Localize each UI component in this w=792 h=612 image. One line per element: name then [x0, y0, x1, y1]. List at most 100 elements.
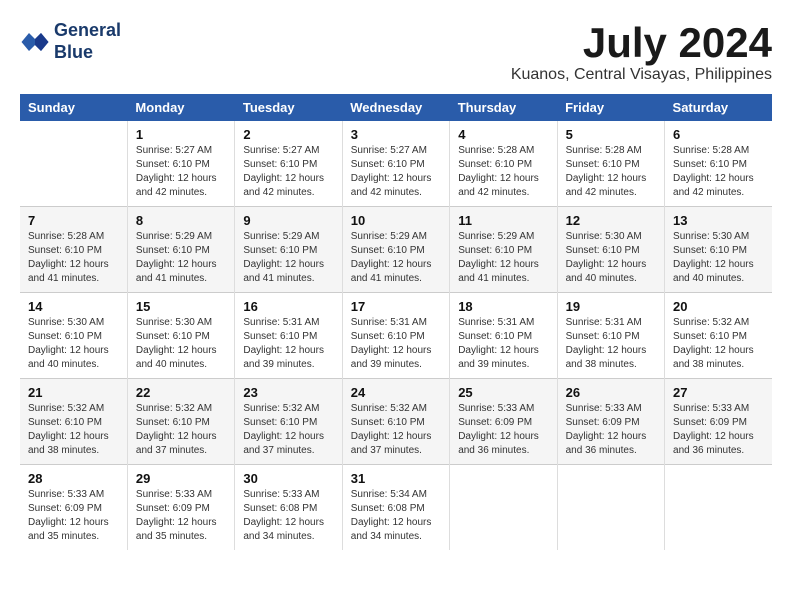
logo-text: General Blue	[54, 20, 121, 63]
calendar-cell: 6 Sunrise: 5:28 AM Sunset: 6:10 PM Daylig…	[665, 121, 772, 207]
day-number: 6	[673, 127, 764, 142]
calendar-cell: 25 Sunrise: 5:33 AM Sunset: 6:09 PM Dayli…	[450, 379, 557, 465]
calendar-cell: 8 Sunrise: 5:29 AM Sunset: 6:10 PM Daylig…	[127, 207, 234, 293]
calendar-cell: 5Sunrise: 5:28 AM Sunset: 6:10 PM Daylig…	[557, 121, 664, 207]
day-number: 11	[458, 213, 548, 228]
day-info: Sunrise: 5:30 AM Sunset: 6:10 PM Dayligh…	[673, 230, 764, 286]
day-number: 4	[458, 127, 548, 142]
calendar-week-row: 28 Sunrise: 5:33 AM Sunset: 6:09 PM Dayli…	[20, 465, 772, 551]
calendar-cell: 30 Sunrise: 5:33 AM Sunset: 6:08 PM Dayli…	[235, 465, 342, 551]
day-info: Sunrise: 5:31 AM Sunset: 6:10 PM Dayligh…	[566, 316, 656, 372]
calendar-cell: 12Sunrise: 5:30 AM Sunset: 6:10 PM Dayli…	[557, 207, 664, 293]
day-info: Sunrise: 5:28 AM Sunset: 6:10 PM Dayligh…	[673, 144, 764, 200]
day-number: 3	[351, 127, 441, 142]
weekday-header: Sunday	[20, 94, 127, 121]
page-header: General Blue July 2024 Kuanos, Central V…	[20, 20, 772, 84]
weekday-header: Thursday	[450, 94, 557, 121]
day-info: Sunrise: 5:30 AM Sunset: 6:10 PM Dayligh…	[566, 230, 656, 286]
day-number: 18	[458, 299, 548, 314]
calendar-cell	[557, 465, 664, 551]
calendar-cell: 29 Sunrise: 5:33 AM Sunset: 6:09 PM Dayli…	[127, 465, 234, 551]
day-info: Sunrise: 5:28 AM Sunset: 6:10 PM Dayligh…	[28, 230, 119, 286]
calendar-cell: 3 Sunrise: 5:27 AM Sunset: 6:10 PM Daylig…	[342, 121, 449, 207]
calendar-cell: 16Sunrise: 5:31 AM Sunset: 6:10 PM Dayli…	[235, 293, 342, 379]
day-info: Sunrise: 5:33 AM Sunset: 6:09 PM Dayligh…	[566, 402, 656, 458]
calendar-cell: 18Sunrise: 5:31 AM Sunset: 6:10 PM Dayli…	[450, 293, 557, 379]
weekday-header: Wednesday	[342, 94, 449, 121]
calendar-cell: 9 Sunrise: 5:29 AM Sunset: 6:10 PM Daylig…	[235, 207, 342, 293]
calendar-cell: 26 Sunrise: 5:33 AM Sunset: 6:09 PM Dayli…	[557, 379, 664, 465]
day-info: Sunrise: 5:27 AM Sunset: 6:10 PM Dayligh…	[351, 144, 441, 200]
calendar-cell: 7 Sunrise: 5:28 AM Sunset: 6:10 PM Daylig…	[20, 207, 127, 293]
calendar-cell: 22 Sunrise: 5:32 AM Sunset: 6:10 PM Dayli…	[127, 379, 234, 465]
title-area: July 2024 Kuanos, Central Visayas, Phili…	[511, 20, 772, 84]
calendar-cell: 17Sunrise: 5:31 AM Sunset: 6:10 PM Dayli…	[342, 293, 449, 379]
day-info: Sunrise: 5:27 AM Sunset: 6:10 PM Dayligh…	[136, 144, 226, 200]
calendar-cell: 23Sunrise: 5:32 AM Sunset: 6:10 PM Dayli…	[235, 379, 342, 465]
day-info: Sunrise: 5:32 AM Sunset: 6:10 PM Dayligh…	[136, 402, 226, 458]
day-info: Sunrise: 5:28 AM Sunset: 6:10 PM Dayligh…	[458, 144, 548, 200]
logo: General Blue	[20, 20, 121, 63]
day-number: 15	[136, 299, 226, 314]
day-number: 22	[136, 385, 226, 400]
calendar-cell: 10Sunrise: 5:29 AM Sunset: 6:10 PM Dayli…	[342, 207, 449, 293]
day-number: 2	[243, 127, 333, 142]
calendar-cell: 27 Sunrise: 5:33 AM Sunset: 6:09 PM Dayli…	[665, 379, 772, 465]
day-info: Sunrise: 5:33 AM Sunset: 6:09 PM Dayligh…	[136, 488, 226, 544]
day-number: 26	[566, 385, 656, 400]
logo-icon	[20, 27, 50, 57]
day-info: Sunrise: 5:34 AM Sunset: 6:08 PM Dayligh…	[351, 488, 441, 544]
calendar-cell: 24 Sunrise: 5:32 AM Sunset: 6:10 PM Dayli…	[342, 379, 449, 465]
day-info: Sunrise: 5:33 AM Sunset: 6:09 PM Dayligh…	[28, 488, 119, 544]
day-number: 31	[351, 471, 441, 486]
day-number: 19	[566, 299, 656, 314]
calendar-cell: 2 Sunrise: 5:27 AM Sunset: 6:10 PM Daylig…	[235, 121, 342, 207]
calendar-cell: 28 Sunrise: 5:33 AM Sunset: 6:09 PM Dayli…	[20, 465, 127, 551]
calendar-cell: 4 Sunrise: 5:28 AM Sunset: 6:10 PM Daylig…	[450, 121, 557, 207]
day-info: Sunrise: 5:30 AM Sunset: 6:10 PM Dayligh…	[28, 316, 119, 372]
day-number: 20	[673, 299, 764, 314]
day-number: 10	[351, 213, 441, 228]
day-info: Sunrise: 5:29 AM Sunset: 6:10 PM Dayligh…	[458, 230, 548, 286]
day-number: 8	[136, 213, 226, 228]
calendar-cell: 14Sunrise: 5:30 AM Sunset: 6:10 PM Dayli…	[20, 293, 127, 379]
day-info: Sunrise: 5:29 AM Sunset: 6:10 PM Dayligh…	[243, 230, 333, 286]
day-info: Sunrise: 5:27 AM Sunset: 6:10 PM Dayligh…	[243, 144, 333, 200]
day-number: 30	[243, 471, 333, 486]
calendar-cell: 21Sunrise: 5:32 AM Sunset: 6:10 PM Dayli…	[20, 379, 127, 465]
calendar-week-row: 14Sunrise: 5:30 AM Sunset: 6:10 PM Dayli…	[20, 293, 772, 379]
calendar-cell: 13 Sunrise: 5:30 AM Sunset: 6:10 PM Dayli…	[665, 207, 772, 293]
weekday-header: Tuesday	[235, 94, 342, 121]
calendar-cell: 1 Sunrise: 5:27 AM Sunset: 6:10 PM Daylig…	[127, 121, 234, 207]
day-number: 25	[458, 385, 548, 400]
calendar-week-row: 7 Sunrise: 5:28 AM Sunset: 6:10 PM Daylig…	[20, 207, 772, 293]
day-info: Sunrise: 5:29 AM Sunset: 6:10 PM Dayligh…	[136, 230, 226, 286]
calendar-cell	[450, 465, 557, 551]
day-info: Sunrise: 5:33 AM Sunset: 6:09 PM Dayligh…	[673, 402, 764, 458]
day-number: 29	[136, 471, 226, 486]
calendar-cell: 15 Sunrise: 5:30 AM Sunset: 6:10 PM Dayli…	[127, 293, 234, 379]
calendar-cell: 11 Sunrise: 5:29 AM Sunset: 6:10 PM Dayli…	[450, 207, 557, 293]
calendar-subtitle: Kuanos, Central Visayas, Philippines	[511, 66, 772, 84]
day-number: 7	[28, 213, 119, 228]
day-number: 16	[243, 299, 333, 314]
day-number: 24	[351, 385, 441, 400]
day-info: Sunrise: 5:32 AM Sunset: 6:10 PM Dayligh…	[351, 402, 441, 458]
day-info: Sunrise: 5:30 AM Sunset: 6:10 PM Dayligh…	[136, 316, 226, 372]
day-info: Sunrise: 5:33 AM Sunset: 6:08 PM Dayligh…	[243, 488, 333, 544]
day-number: 27	[673, 385, 764, 400]
day-number: 28	[28, 471, 119, 486]
day-number: 13	[673, 213, 764, 228]
weekday-header: Saturday	[665, 94, 772, 121]
calendar-cell: 31 Sunrise: 5:34 AM Sunset: 6:08 PM Dayli…	[342, 465, 449, 551]
day-info: Sunrise: 5:32 AM Sunset: 6:10 PM Dayligh…	[673, 316, 764, 372]
day-number: 1	[136, 127, 226, 142]
day-info: Sunrise: 5:33 AM Sunset: 6:09 PM Dayligh…	[458, 402, 548, 458]
day-info: Sunrise: 5:32 AM Sunset: 6:10 PM Dayligh…	[243, 402, 333, 458]
day-number: 9	[243, 213, 333, 228]
day-info: Sunrise: 5:31 AM Sunset: 6:10 PM Dayligh…	[351, 316, 441, 372]
calendar-cell	[20, 121, 127, 207]
calendar-cell: 20 Sunrise: 5:32 AM Sunset: 6:10 PM Dayli…	[665, 293, 772, 379]
calendar-cell	[665, 465, 772, 551]
calendar-week-row: 1 Sunrise: 5:27 AM Sunset: 6:10 PM Daylig…	[20, 121, 772, 207]
